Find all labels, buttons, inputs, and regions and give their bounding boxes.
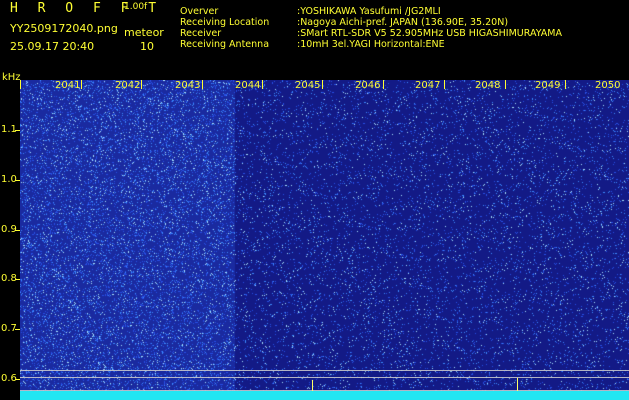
capture-datetime: 25.09.17 20:40: [10, 40, 95, 53]
x-tick: [20, 80, 21, 89]
x-tick-label: 2042: [115, 80, 141, 91]
x-tick: [565, 80, 566, 89]
info-key: Receiving Location: [180, 17, 270, 28]
spectrogram-canvas: [20, 80, 629, 400]
x-tick-label: 2046: [355, 80, 381, 91]
x-tick: [141, 80, 142, 89]
x-tick: [81, 80, 82, 89]
info-row-antenna: Receiving Antenna :10mH 3el.YAGI Horizont…: [180, 39, 562, 50]
x-tick-label: 2043: [175, 80, 201, 91]
x-tick-label: 2044: [235, 80, 261, 91]
y-axis: 1.1 1.0 0.9 0.8 0.7 0.6: [0, 80, 20, 400]
meteor-count-value: 10: [140, 40, 154, 53]
x-tick-label: 2050: [595, 80, 621, 91]
frequency-marker-line: [20, 377, 629, 378]
info-row-location: Receiving Location :Nagoya Aichi-pref. JA…: [180, 17, 562, 28]
info-row-observer: Overver :YOSHIKAWA Yasufumi /JG2MLI: [180, 6, 562, 17]
app-version: 1.00f: [124, 2, 148, 12]
x-tick: [262, 80, 263, 89]
station-info: Overver :YOSHIKAWA Yasufumi /JG2MLI Recei…: [180, 6, 562, 50]
x-tick: [322, 80, 323, 89]
waterfall-spectrogram: 2041 2042 2043 2044 2045 2046 2047 2048 …: [20, 80, 629, 400]
x-tick: [383, 80, 384, 89]
info-value: :SMart RTL-SDR V5 52.905MHz USB HIGASHIM…: [297, 28, 562, 39]
x-tick: [444, 80, 445, 89]
info-value: :10mH 3el.YAGI Horizontal:ENE: [297, 39, 445, 50]
x-tick-label: 2047: [415, 80, 441, 91]
x-tick: [505, 80, 506, 89]
meteor-count-label: meteor: [124, 26, 164, 39]
noise-strip: [20, 391, 629, 400]
x-tick-label: 2041: [55, 80, 81, 91]
frequency-marker-line: [20, 370, 629, 371]
x-tick-label: 2048: [475, 80, 501, 91]
info-row-receiver: Receiver :SMart RTL-SDR V5 52.905MHz USB …: [180, 28, 562, 39]
info-key: Receiving Antenna: [180, 39, 270, 50]
header-panel: H R O F F T 1.00f YY2509172040.png 25.09…: [0, 0, 629, 80]
x-tick: [202, 80, 203, 89]
x-tick-label: 2045: [295, 80, 321, 91]
image-filename: YY2509172040.png: [10, 22, 118, 35]
info-key: Receiver: [180, 28, 222, 39]
info-value: :Nagoya Aichi-pref. JAPAN (136.90E, 35.2…: [297, 17, 509, 28]
x-tick-label: 2049: [535, 80, 561, 91]
info-key: Overver: [180, 6, 219, 17]
info-value: :YOSHIKAWA Yasufumi /JG2MLI: [297, 6, 441, 17]
